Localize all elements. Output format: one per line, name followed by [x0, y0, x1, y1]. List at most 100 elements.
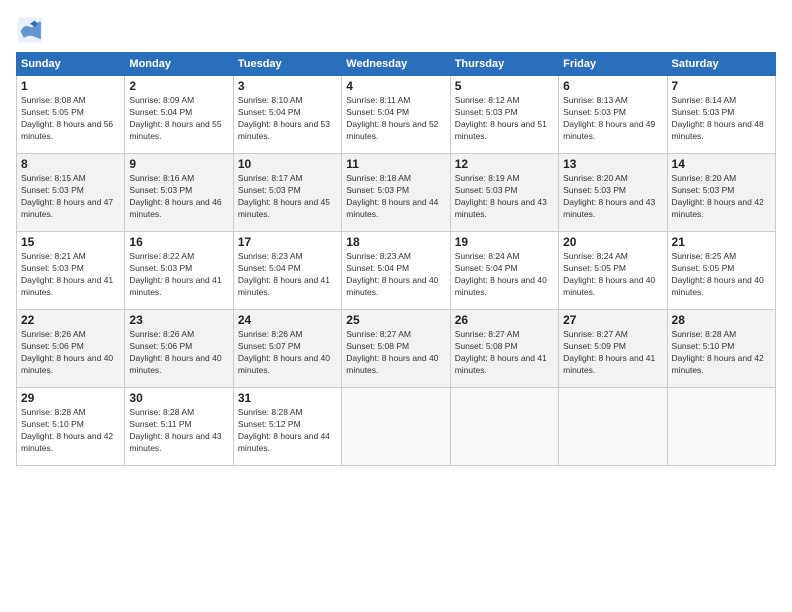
day-info: Sunrise: 8:23 AM Sunset: 5:04 PM Dayligh…: [238, 251, 337, 299]
sunset: Sunset: 5:03 PM: [455, 185, 518, 195]
sunrise: Sunrise: 8:23 AM: [346, 251, 411, 261]
sunset: Sunset: 5:04 PM: [455, 263, 518, 273]
day-info: Sunrise: 8:08 AM Sunset: 5:05 PM Dayligh…: [21, 95, 120, 143]
daylight: Daylight: 8 hours and 40 minutes.: [455, 275, 547, 297]
day-number: 30: [129, 391, 228, 405]
daylight: Daylight: 8 hours and 41 minutes.: [455, 353, 547, 375]
daylight: Daylight: 8 hours and 43 minutes.: [563, 197, 655, 219]
sunset: Sunset: 5:04 PM: [129, 107, 192, 117]
day-cell: 28 Sunrise: 8:28 AM Sunset: 5:10 PM Dayl…: [667, 310, 775, 388]
daylight: Daylight: 8 hours and 53 minutes.: [238, 119, 330, 141]
sunrise: Sunrise: 8:27 AM: [563, 329, 628, 339]
sunset: Sunset: 5:03 PM: [21, 263, 84, 273]
sunset: Sunset: 5:03 PM: [129, 263, 192, 273]
daylight: Daylight: 8 hours and 44 minutes.: [238, 431, 330, 453]
calendar-table: SundayMondayTuesdayWednesdayThursdayFrid…: [16, 52, 776, 466]
day-number: 20: [563, 235, 662, 249]
sunrise: Sunrise: 8:17 AM: [238, 173, 303, 183]
day-info: Sunrise: 8:15 AM Sunset: 5:03 PM Dayligh…: [21, 173, 120, 221]
daylight: Daylight: 8 hours and 44 minutes.: [346, 197, 438, 219]
day-cell: 8 Sunrise: 8:15 AM Sunset: 5:03 PM Dayli…: [17, 154, 125, 232]
day-cell: 5 Sunrise: 8:12 AM Sunset: 5:03 PM Dayli…: [450, 76, 558, 154]
day-cell: 19 Sunrise: 8:24 AM Sunset: 5:04 PM Dayl…: [450, 232, 558, 310]
day-number: 14: [672, 157, 771, 171]
daylight: Daylight: 8 hours and 47 minutes.: [21, 197, 113, 219]
daylight: Daylight: 8 hours and 43 minutes.: [455, 197, 547, 219]
daylight: Daylight: 8 hours and 55 minutes.: [129, 119, 221, 141]
sunset: Sunset: 5:09 PM: [563, 341, 626, 351]
sunset: Sunset: 5:06 PM: [21, 341, 84, 351]
daylight: Daylight: 8 hours and 41 minutes.: [238, 275, 330, 297]
day-cell: 11 Sunrise: 8:18 AM Sunset: 5:03 PM Dayl…: [342, 154, 450, 232]
day-cell: 21 Sunrise: 8:25 AM Sunset: 5:05 PM Dayl…: [667, 232, 775, 310]
day-cell: 3 Sunrise: 8:10 AM Sunset: 5:04 PM Dayli…: [233, 76, 341, 154]
day-number: 11: [346, 157, 445, 171]
daylight: Daylight: 8 hours and 41 minutes.: [563, 353, 655, 375]
day-cell: 29 Sunrise: 8:28 AM Sunset: 5:10 PM Dayl…: [17, 388, 125, 466]
sunset: Sunset: 5:03 PM: [563, 185, 626, 195]
day-number: 21: [672, 235, 771, 249]
day-cell: 27 Sunrise: 8:27 AM Sunset: 5:09 PM Dayl…: [559, 310, 667, 388]
page-header: [16, 16, 776, 44]
day-number: 10: [238, 157, 337, 171]
day-info: Sunrise: 8:25 AM Sunset: 5:05 PM Dayligh…: [672, 251, 771, 299]
day-cell: 9 Sunrise: 8:16 AM Sunset: 5:03 PM Dayli…: [125, 154, 233, 232]
day-cell: 17 Sunrise: 8:23 AM Sunset: 5:04 PM Dayl…: [233, 232, 341, 310]
day-cell: 31 Sunrise: 8:28 AM Sunset: 5:12 PM Dayl…: [233, 388, 341, 466]
day-info: Sunrise: 8:26 AM Sunset: 5:06 PM Dayligh…: [129, 329, 228, 377]
sunrise: Sunrise: 8:10 AM: [238, 95, 303, 105]
day-info: Sunrise: 8:14 AM Sunset: 5:03 PM Dayligh…: [672, 95, 771, 143]
day-number: 16: [129, 235, 228, 249]
sunset: Sunset: 5:03 PM: [238, 185, 301, 195]
day-number: 24: [238, 313, 337, 327]
sunset: Sunset: 5:04 PM: [346, 263, 409, 273]
day-cell: 7 Sunrise: 8:14 AM Sunset: 5:03 PM Dayli…: [667, 76, 775, 154]
day-cell: 12 Sunrise: 8:19 AM Sunset: 5:03 PM Dayl…: [450, 154, 558, 232]
day-number: 18: [346, 235, 445, 249]
day-number: 2: [129, 79, 228, 93]
sunset: Sunset: 5:03 PM: [672, 107, 735, 117]
day-cell: 1 Sunrise: 8:08 AM Sunset: 5:05 PM Dayli…: [17, 76, 125, 154]
day-cell: 23 Sunrise: 8:26 AM Sunset: 5:06 PM Dayl…: [125, 310, 233, 388]
sunrise: Sunrise: 8:19 AM: [455, 173, 520, 183]
sunrise: Sunrise: 8:16 AM: [129, 173, 194, 183]
day-info: Sunrise: 8:11 AM Sunset: 5:04 PM Dayligh…: [346, 95, 445, 143]
sunset: Sunset: 5:08 PM: [455, 341, 518, 351]
sunrise: Sunrise: 8:20 AM: [672, 173, 737, 183]
sunset: Sunset: 5:11 PM: [129, 419, 191, 429]
day-cell: 13 Sunrise: 8:20 AM Sunset: 5:03 PM Dayl…: [559, 154, 667, 232]
day-number: 22: [21, 313, 120, 327]
daylight: Daylight: 8 hours and 45 minutes.: [238, 197, 330, 219]
day-info: Sunrise: 8:13 AM Sunset: 5:03 PM Dayligh…: [563, 95, 662, 143]
day-header-tuesday: Tuesday: [233, 53, 341, 76]
day-header-monday: Monday: [125, 53, 233, 76]
day-cell: 24 Sunrise: 8:26 AM Sunset: 5:07 PM Dayl…: [233, 310, 341, 388]
daylight: Daylight: 8 hours and 40 minutes.: [563, 275, 655, 297]
sunrise: Sunrise: 8:28 AM: [21, 407, 86, 417]
sunrise: Sunrise: 8:21 AM: [21, 251, 86, 261]
day-cell: [559, 388, 667, 466]
day-info: Sunrise: 8:26 AM Sunset: 5:06 PM Dayligh…: [21, 329, 120, 377]
sunset: Sunset: 5:03 PM: [563, 107, 626, 117]
sunrise: Sunrise: 8:15 AM: [21, 173, 86, 183]
day-number: 1: [21, 79, 120, 93]
day-info: Sunrise: 8:20 AM Sunset: 5:03 PM Dayligh…: [672, 173, 771, 221]
daylight: Daylight: 8 hours and 49 minutes.: [563, 119, 655, 141]
sunrise: Sunrise: 8:26 AM: [129, 329, 194, 339]
sunset: Sunset: 5:10 PM: [672, 341, 735, 351]
day-cell: 6 Sunrise: 8:13 AM Sunset: 5:03 PM Dayli…: [559, 76, 667, 154]
sunrise: Sunrise: 8:24 AM: [563, 251, 628, 261]
day-header-friday: Friday: [559, 53, 667, 76]
week-row-3: 15 Sunrise: 8:21 AM Sunset: 5:03 PM Dayl…: [17, 232, 776, 310]
day-header-thursday: Thursday: [450, 53, 558, 76]
sunrise: Sunrise: 8:20 AM: [563, 173, 628, 183]
sunset: Sunset: 5:07 PM: [238, 341, 301, 351]
sunrise: Sunrise: 8:26 AM: [238, 329, 303, 339]
day-info: Sunrise: 8:20 AM Sunset: 5:03 PM Dayligh…: [563, 173, 662, 221]
daylight: Daylight: 8 hours and 46 minutes.: [129, 197, 221, 219]
sunset: Sunset: 5:03 PM: [346, 185, 409, 195]
sunrise: Sunrise: 8:22 AM: [129, 251, 194, 261]
daylight: Daylight: 8 hours and 43 minutes.: [129, 431, 221, 453]
week-row-1: 1 Sunrise: 8:08 AM Sunset: 5:05 PM Dayli…: [17, 76, 776, 154]
sunrise: Sunrise: 8:27 AM: [346, 329, 411, 339]
